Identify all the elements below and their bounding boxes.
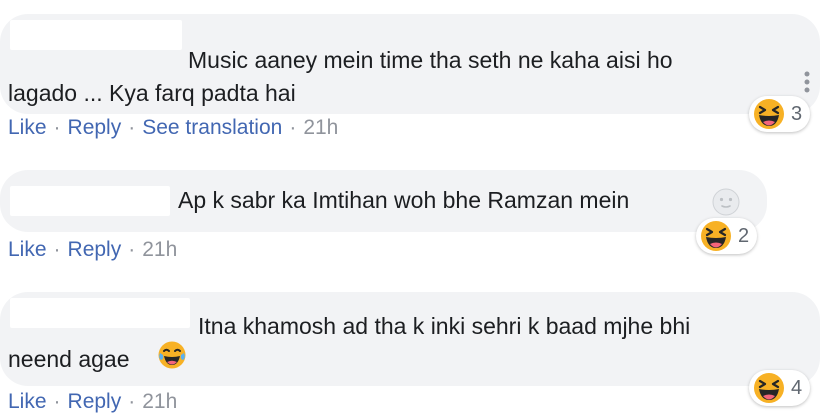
like-link[interactable]: Like (8, 390, 47, 413)
comment-actions: Like · Reply · 21h (8, 390, 177, 414)
comment-actions: Like · Reply · See translation · 21h (8, 116, 338, 140)
separator: · (53, 116, 61, 139)
comment-text: Music aaney mein time tha seth ne kaha a… (8, 47, 673, 106)
like-link[interactable]: Like (8, 238, 47, 261)
comment-bubble: Ap k sabr ka Imtihan woh bhe Ramzan mein (0, 170, 767, 232)
laughing-squint-emoji-icon (701, 221, 731, 251)
reaction-count: 2 (738, 224, 750, 247)
moon-face-emoji-icon (712, 188, 740, 216)
comment-actions: Like · Reply · 21h (8, 238, 177, 262)
reaction-count: 3 (791, 102, 803, 125)
reaction-summary[interactable]: 4 (749, 370, 811, 406)
comment-text: Itna khamosh ad tha k inki sehri k baad … (8, 313, 691, 372)
reaction-count: 4 (791, 376, 803, 399)
laughing-squint-emoji-icon (754, 373, 784, 403)
separator: · (289, 116, 297, 139)
timestamp[interactable]: 21h (303, 116, 338, 139)
separator: · (128, 390, 136, 413)
like-link[interactable]: Like (8, 116, 47, 139)
reply-link[interactable]: Reply (68, 116, 122, 139)
reply-link[interactable]: Reply (68, 238, 122, 261)
reply-link[interactable]: Reply (68, 390, 122, 413)
separator: · (128, 116, 136, 139)
comment-bubble: Music aaney mein time tha seth ne kaha a… (0, 14, 820, 114)
comment-text: Ap k sabr ka Imtihan woh bhe Ramzan mein (178, 187, 630, 213)
see-translation-link[interactable]: See translation (142, 116, 282, 139)
timestamp[interactable]: 21h (142, 238, 177, 261)
timestamp[interactable]: 21h (142, 390, 177, 413)
more-options-icon[interactable] (800, 62, 814, 102)
comment-bubble: Itna khamosh ad tha k inki sehri k baad … (0, 292, 820, 386)
tears-of-joy-emoji-icon (158, 341, 186, 369)
laughing-squint-emoji-icon (754, 99, 784, 129)
reaction-summary[interactable]: 3 (749, 96, 811, 132)
separator: · (53, 390, 61, 413)
author-name-redacted[interactable] (10, 186, 170, 216)
reaction-summary[interactable]: 2 (696, 218, 758, 254)
separator: · (128, 238, 136, 261)
separator: · (53, 238, 61, 261)
